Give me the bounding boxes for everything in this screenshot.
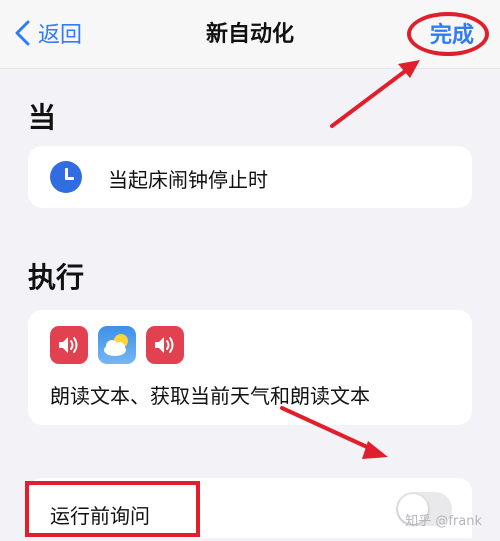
done-button[interactable]: 完成 [430,14,474,52]
arrow-to-done [330,60,420,128]
watermark: 知乎 @frank [405,514,482,529]
trigger-label: 当起床闹钟停止时 [108,168,268,192]
trigger-section-title: 当 [28,101,57,134]
trigger-card[interactable]: 当起床闹钟停止时 [28,146,472,208]
weather-icon [98,326,136,364]
actions-card[interactable]: 朗读文本、获取当前天气和朗读文本 [28,310,472,425]
ask-before-running-row: 运行前询问 [28,478,472,538]
page-title: 新自动化 [205,22,294,47]
navigation-bar: 返回 新自动化 完成 [0,0,500,69]
clock-icon [50,161,82,193]
ask-before-running-label: 运行前询问 [50,504,150,528]
speaker-icon [50,326,88,364]
speaker-icon [146,326,184,364]
actions-summary: 朗读文本、获取当前天气和朗读文本 [50,384,370,408]
actions-section-title: 执行 [28,261,85,294]
